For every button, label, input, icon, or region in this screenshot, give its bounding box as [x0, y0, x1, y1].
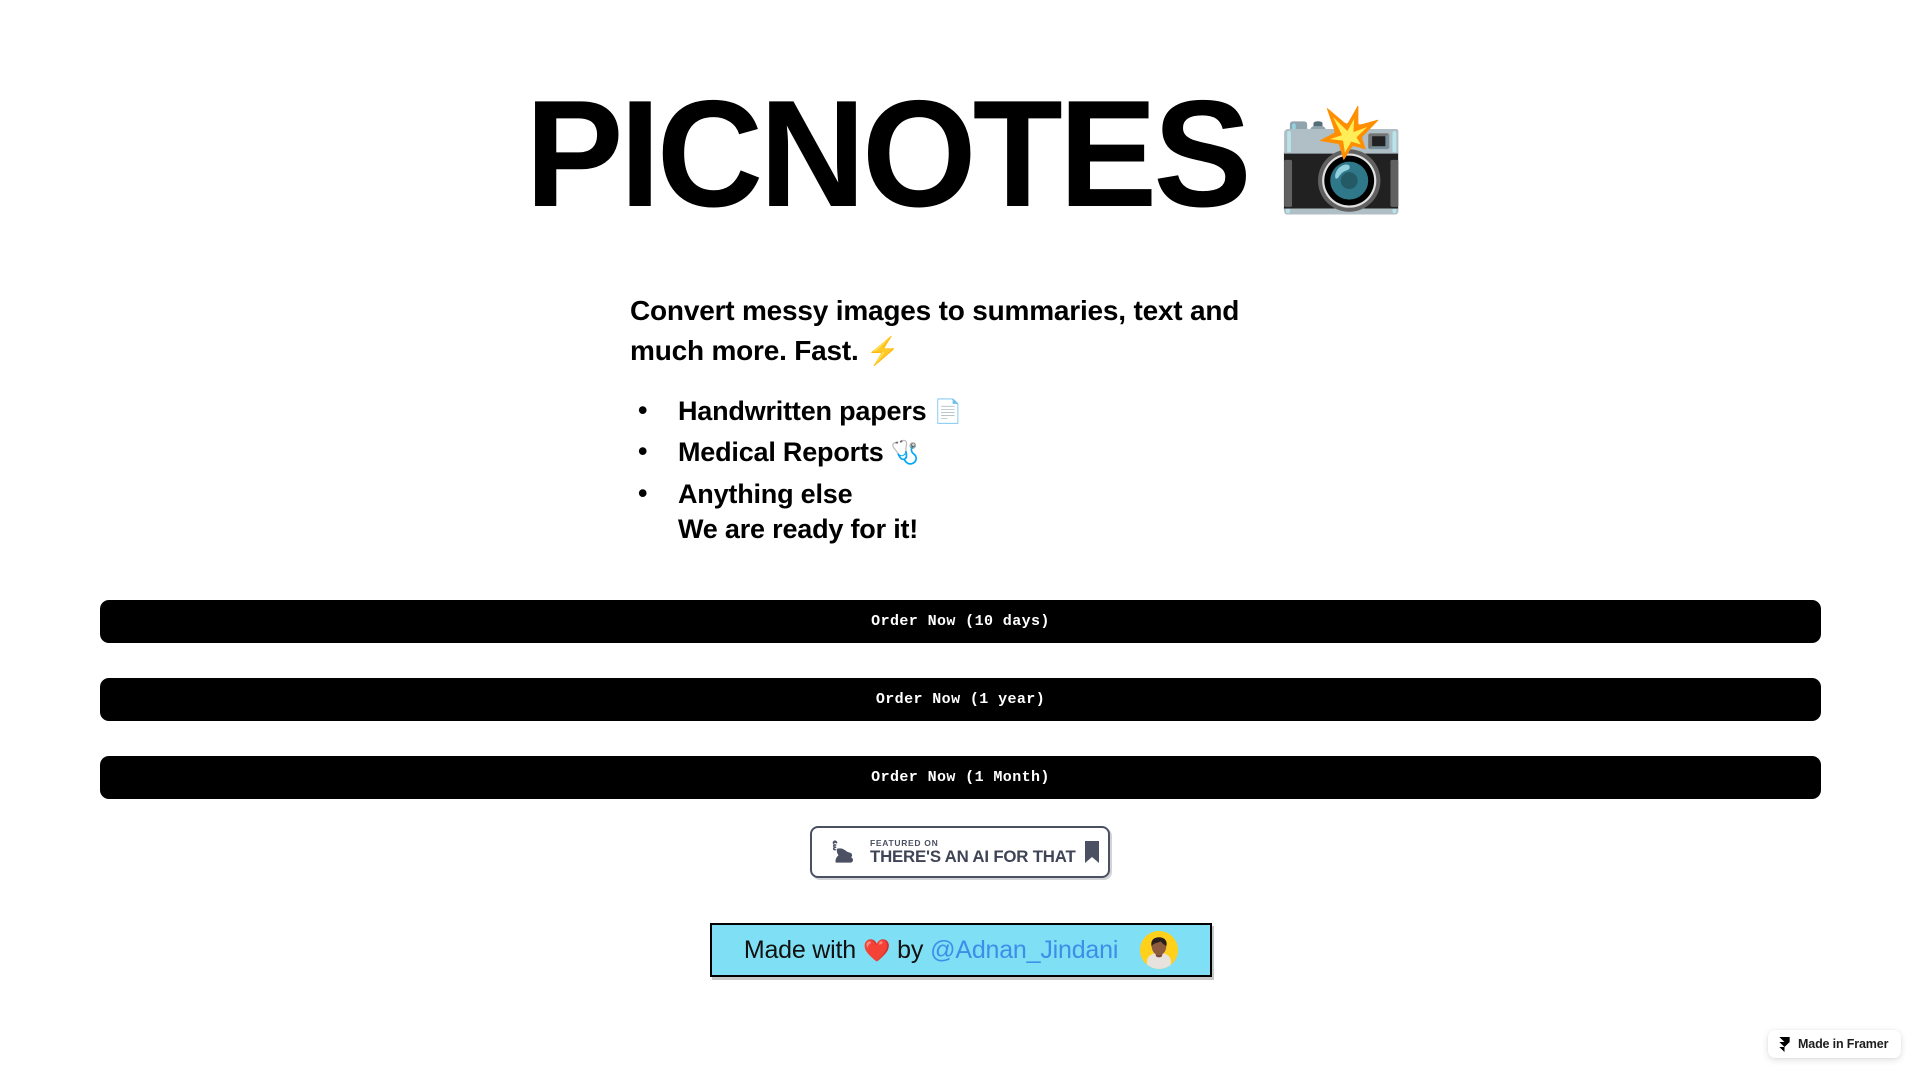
- order-now-1-year-button[interactable]: Order Now (1 year): [100, 678, 1821, 721]
- flexed-biceps-icon: [832, 840, 853, 863]
- cta-label: Order Now (1 Month): [871, 769, 1050, 786]
- order-now-1-month-button[interactable]: Order Now (1 Month): [100, 756, 1821, 799]
- hero-header: PICNOTES 📸: [0, 78, 1920, 230]
- featured-on-theres-an-ai-for-that-badge[interactable]: FEATURED ON THERE'S AN AI FOR THAT: [810, 826, 1110, 878]
- list-item: Medical Reports 🩺: [630, 436, 1390, 469]
- featured-kicker: FEATURED ON: [870, 838, 939, 848]
- list-item: Handwritten papers 📄: [630, 395, 1390, 428]
- made-with-prefix: Made with: [743, 935, 856, 964]
- bookmark-icon: [1084, 841, 1099, 863]
- feature-subline: We are ready for it!: [678, 514, 919, 545]
- lede-paragraph: Convert messy images to summaries, text …: [630, 291, 1310, 371]
- value-proposition-block: Convert messy images to summaries, text …: [630, 291, 1390, 556]
- list-item: Anything else We are ready for it!: [630, 478, 1390, 546]
- featured-site-name: THERE'S AN AI FOR THAT: [870, 847, 1076, 866]
- made-with-credit-badge[interactable]: Made with ❤️ by @Adnan_Jindani: [710, 923, 1212, 977]
- camera-with-flash-emoji: 📸: [1276, 100, 1407, 216]
- made-with-middle: by: [897, 935, 924, 964]
- author-handle-link[interactable]: @Adnan_Jindani: [930, 937, 1118, 963]
- avatar-photo: [1140, 931, 1179, 969]
- order-now-10-days-button[interactable]: Order Now (10 days): [100, 600, 1821, 643]
- feature-label: Medical Reports: [678, 437, 884, 468]
- landing-page: PICNOTES 📸 Convert messy images to summa…: [0, 0, 1920, 1080]
- lede-text: Convert messy images to summaries, text …: [630, 295, 1240, 366]
- red-heart-emoji: ❤️: [862, 938, 891, 963]
- page-facing-up-emoji: 📄: [933, 397, 963, 424]
- cta-label: Order Now (1 year): [875, 691, 1046, 708]
- feature-label: Anything else: [678, 479, 853, 510]
- made-with-text: Made with ❤️ by @Adnan_Jindani: [743, 935, 1119, 964]
- cta-label: Order Now (10 days): [871, 613, 1050, 630]
- high-voltage-emoji: ⚡: [866, 335, 900, 366]
- feature-list: Handwritten papers 📄 Medical Reports 🩺 A…: [630, 395, 1390, 546]
- stethoscope-emoji: 🩺: [890, 439, 920, 466]
- made-in-framer-label: Made in Framer: [1798, 1036, 1889, 1051]
- avatar: [1140, 931, 1179, 969]
- page-title: PICNOTES: [524, 69, 1252, 239]
- made-in-framer-badge[interactable]: Made in Framer: [1768, 1030, 1902, 1058]
- featured-badge-text: FEATURED ON THERE'S AN AI FOR THAT: [870, 838, 1076, 865]
- feature-label: Handwritten papers: [678, 395, 927, 426]
- framer-logo-icon: [1779, 1036, 1790, 1052]
